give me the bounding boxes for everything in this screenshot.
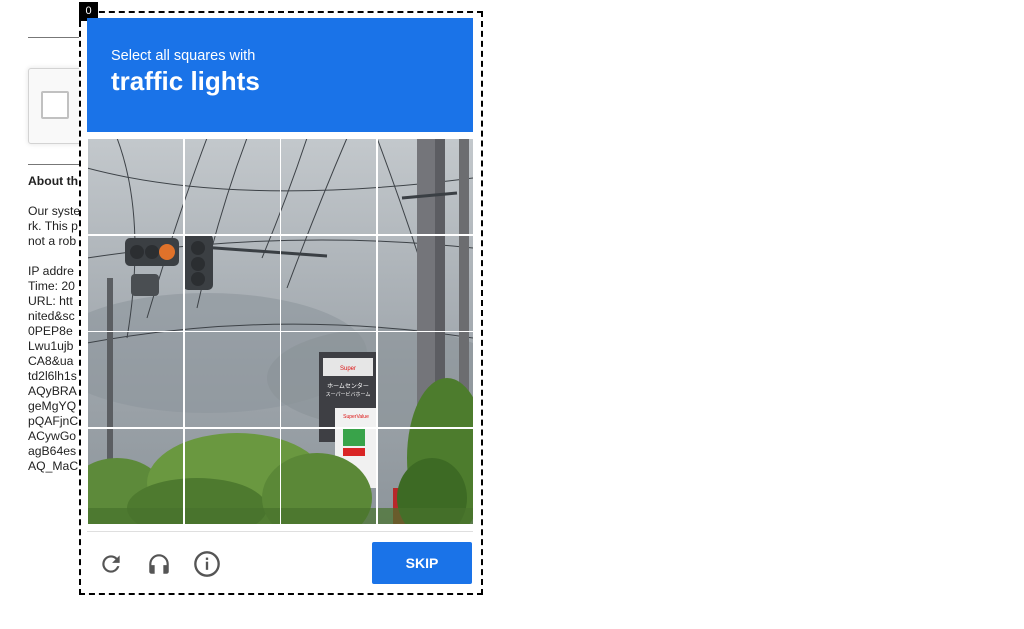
- image-tile[interactable]: [280, 235, 377, 332]
- about-title: About th: [28, 174, 79, 188]
- headphones-icon[interactable]: [144, 549, 174, 579]
- skip-button[interactable]: SKIP: [372, 542, 472, 584]
- image-tile[interactable]: [377, 235, 473, 332]
- request-details: IP addre Time: 20 URL: htt nited&sc 0PEP…: [28, 264, 79, 473]
- image-tile[interactable]: [87, 428, 184, 524]
- about-body: Our syste rk. This p not a rob: [28, 204, 81, 248]
- instruction-target: traffic lights: [111, 66, 260, 96]
- image-tile[interactable]: [184, 138, 281, 235]
- challenge-image-grid: Super ホームセンター スーパービバホーム SuperValue: [87, 138, 473, 524]
- image-tile[interactable]: [377, 138, 473, 235]
- image-tile[interactable]: [87, 138, 184, 235]
- info-icon[interactable]: [192, 549, 222, 579]
- image-tile[interactable]: [280, 331, 377, 428]
- image-tile[interactable]: [280, 138, 377, 235]
- page: About th Our syste rk. This p not a rob …: [0, 0, 1024, 629]
- image-tile[interactable]: [87, 235, 184, 332]
- image-tile[interactable]: [280, 428, 377, 524]
- footer-divider: [87, 531, 473, 532]
- captcha-dialog: 0 Select all squares with traffic lights: [79, 2, 483, 595]
- captcha-header: Select all squares with traffic lights: [87, 18, 473, 132]
- reload-icon[interactable]: [96, 549, 126, 579]
- image-tile[interactable]: [87, 331, 184, 428]
- image-tile[interactable]: [184, 331, 281, 428]
- image-tile[interactable]: [377, 428, 473, 524]
- tile-grid-overlay: [87, 138, 473, 524]
- robot-checkbox[interactable]: [41, 91, 69, 119]
- image-tile[interactable]: [377, 331, 473, 428]
- instruction-subtitle: Select all squares with: [111, 48, 256, 64]
- image-tile[interactable]: [184, 235, 281, 332]
- image-tile[interactable]: [184, 428, 281, 524]
